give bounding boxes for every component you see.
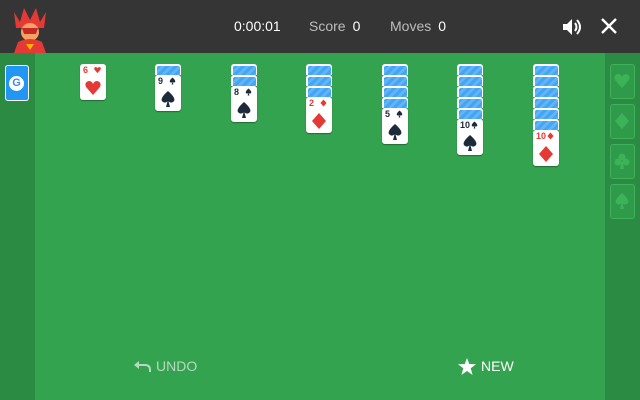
spade-icon bbox=[237, 102, 251, 118]
face-up-card[interactable]: 8 bbox=[231, 86, 257, 122]
spade-icon bbox=[169, 77, 176, 85]
face-down-card[interactable] bbox=[533, 64, 559, 75]
card-back-pattern bbox=[307, 87, 331, 97]
moves-label: Moves bbox=[390, 18, 432, 34]
card-rank: 8 bbox=[234, 87, 240, 97]
face-up-card[interactable]: 5 bbox=[382, 108, 408, 144]
close-icon[interactable] bbox=[599, 16, 619, 36]
heart-icon bbox=[94, 66, 101, 74]
google-logo-icon: G bbox=[9, 76, 24, 91]
stock-pile[interactable]: G bbox=[5, 65, 29, 101]
speaker-icon[interactable] bbox=[561, 16, 583, 38]
spade-icon bbox=[463, 135, 477, 151]
card-back-pattern bbox=[307, 76, 331, 86]
face-down-card[interactable] bbox=[533, 119, 559, 130]
score-label: Score bbox=[309, 18, 346, 34]
moves-value: 0 bbox=[438, 18, 447, 34]
undo-icon bbox=[134, 361, 151, 372]
star-icon bbox=[458, 358, 476, 375]
jester-avatar-icon bbox=[14, 8, 46, 53]
card-rank: 2 bbox=[309, 98, 315, 108]
diamond-icon bbox=[547, 132, 554, 140]
score-display: Score 0 bbox=[309, 18, 360, 34]
card-back-pattern bbox=[534, 98, 558, 108]
card-back-pattern bbox=[232, 65, 256, 75]
diamond-icon bbox=[615, 113, 629, 129]
card-back-pattern bbox=[156, 65, 180, 75]
diamond-icon bbox=[312, 113, 326, 129]
face-down-card[interactable] bbox=[306, 75, 332, 86]
heart-icon bbox=[85, 81, 101, 95]
face-down-card[interactable] bbox=[457, 86, 483, 97]
diamond-icon bbox=[320, 99, 327, 107]
face-down-card[interactable] bbox=[382, 97, 408, 108]
face-down-card[interactable] bbox=[306, 64, 332, 75]
face-down-card[interactable] bbox=[382, 64, 408, 75]
face-down-card[interactable] bbox=[457, 108, 483, 119]
left-rail bbox=[0, 53, 35, 400]
card-back-pattern bbox=[534, 87, 558, 97]
card-back-pattern bbox=[458, 98, 482, 108]
card-back-pattern bbox=[534, 120, 558, 130]
card-back-pattern bbox=[458, 109, 482, 119]
face-down-card[interactable] bbox=[533, 108, 559, 119]
face-down-card[interactable] bbox=[533, 75, 559, 86]
card-rank: 10 bbox=[536, 131, 547, 141]
card-back-pattern bbox=[307, 65, 331, 75]
face-up-card[interactable]: 10 bbox=[457, 119, 483, 155]
face-down-card[interactable] bbox=[457, 64, 483, 75]
heart-icon bbox=[614, 74, 630, 88]
foundation-spades[interactable] bbox=[610, 184, 635, 219]
card-back-pattern bbox=[383, 76, 407, 86]
face-up-card[interactable]: 2 bbox=[306, 97, 332, 133]
card-back-pattern bbox=[458, 87, 482, 97]
card-back-pattern bbox=[534, 65, 558, 75]
spade-icon bbox=[396, 110, 403, 118]
card-back-pattern bbox=[383, 65, 407, 75]
diamond-icon bbox=[539, 146, 553, 162]
club-icon bbox=[614, 153, 630, 169]
card-back-pattern bbox=[383, 87, 407, 97]
face-down-card[interactable] bbox=[382, 86, 408, 97]
card-rank: 9 bbox=[158, 76, 164, 86]
card-back-pattern bbox=[232, 76, 256, 86]
game-timer: 0:00:01 bbox=[234, 18, 281, 34]
face-down-card[interactable] bbox=[231, 75, 257, 86]
face-down-card[interactable] bbox=[231, 64, 257, 75]
moves-display: Moves 0 bbox=[390, 18, 446, 34]
top-bar: 0:00:01 Score 0 Moves 0 bbox=[0, 0, 640, 53]
spade-icon bbox=[471, 121, 478, 129]
spade-icon bbox=[615, 193, 629, 209]
card-back-pattern bbox=[458, 65, 482, 75]
spade-icon bbox=[388, 124, 402, 140]
card-back-pattern bbox=[383, 98, 407, 108]
card-back-pattern bbox=[458, 76, 482, 86]
foundation-hearts[interactable] bbox=[610, 64, 635, 99]
undo-label: UNDO bbox=[156, 358, 198, 374]
card-rank: 6 bbox=[83, 65, 89, 75]
card-rank: 10 bbox=[460, 120, 471, 130]
face-up-card[interactable]: 10 bbox=[533, 130, 559, 166]
spade-icon bbox=[245, 88, 252, 96]
face-down-card[interactable] bbox=[155, 64, 181, 75]
foundation-clubs[interactable] bbox=[610, 144, 635, 179]
card-back-pattern bbox=[534, 109, 558, 119]
new-label: NEW bbox=[481, 358, 514, 374]
score-value: 0 bbox=[352, 18, 361, 34]
spade-icon bbox=[161, 91, 175, 107]
card-rank: 5 bbox=[385, 109, 391, 119]
face-down-card[interactable] bbox=[457, 97, 483, 108]
face-down-card[interactable] bbox=[533, 97, 559, 108]
foundation-diamonds[interactable] bbox=[610, 104, 635, 139]
face-down-card[interactable] bbox=[306, 86, 332, 97]
card-back-pattern bbox=[534, 76, 558, 86]
face-down-card[interactable] bbox=[457, 75, 483, 86]
face-down-card[interactable] bbox=[382, 75, 408, 86]
face-up-card[interactable]: 9 bbox=[155, 75, 181, 111]
face-down-card[interactable] bbox=[533, 86, 559, 97]
face-up-card[interactable]: 6 bbox=[80, 64, 106, 100]
